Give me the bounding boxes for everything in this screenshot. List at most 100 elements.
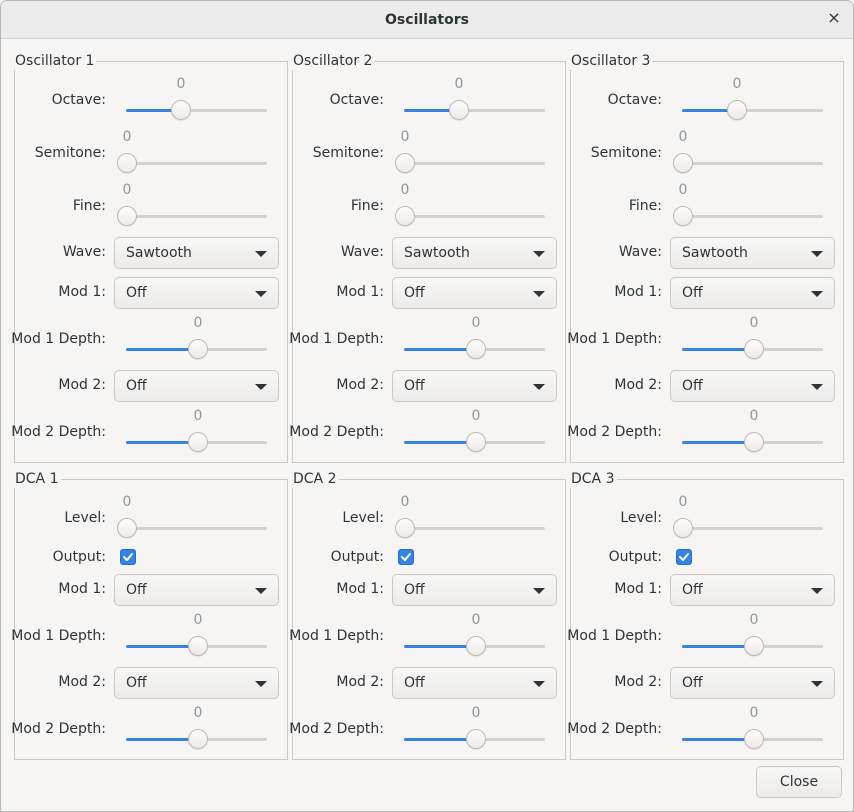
combo-value: Sawtooth	[126, 245, 192, 261]
slider-knob[interactable]	[449, 100, 469, 120]
slider-knob[interactable]	[744, 729, 764, 749]
chevron-down-icon	[255, 251, 267, 257]
titlebar: Oscillators ×	[1, 1, 853, 39]
mod2-select[interactable]: Off	[670, 667, 835, 699]
slider-knob[interactable]	[395, 153, 415, 173]
slider-knob[interactable]	[466, 729, 486, 749]
slider-fill	[404, 645, 475, 648]
slider-trough	[126, 527, 267, 530]
mod1-depth-slider[interactable]: 0	[682, 612, 823, 660]
mod1-depth-slider[interactable]: 0	[404, 612, 545, 660]
octave-slider[interactable]: 0	[682, 76, 823, 124]
output-checkbox[interactable]	[398, 549, 414, 565]
mod1-select[interactable]: Off	[114, 277, 279, 309]
slider-knob[interactable]	[117, 518, 137, 538]
slider-fill	[682, 645, 753, 648]
mod1-depth-slider[interactable]: 0	[126, 315, 267, 363]
mod2-select[interactable]: Off	[114, 370, 279, 402]
slider-knob[interactable]	[744, 339, 764, 359]
mod2-depth-label: Mod 2 Depth:	[567, 721, 662, 737]
mod2-select[interactable]: Off	[670, 370, 835, 402]
combo-value: Sawtooth	[404, 245, 470, 261]
slider-knob[interactable]	[673, 153, 693, 173]
mod1-select[interactable]: Off	[392, 574, 557, 606]
mod1-depth-slider[interactable]: 0	[682, 315, 823, 363]
slider-knob[interactable]	[188, 729, 208, 749]
slider-knob[interactable]	[395, 518, 415, 538]
mod1-label: Mod 1:	[336, 581, 384, 597]
checkmark-icon	[401, 553, 411, 561]
mod2-depth-slider[interactable]: 0	[682, 705, 823, 753]
wave-select[interactable]: Sawtooth	[114, 237, 279, 269]
slider-value: 0	[471, 612, 481, 628]
slider-fill	[126, 441, 197, 444]
slider-trough	[126, 162, 267, 165]
mod2-depth-slider[interactable]: 0	[404, 408, 545, 456]
mod2-select[interactable]: Off	[114, 667, 279, 699]
slider-knob[interactable]	[727, 100, 747, 120]
slider-knob[interactable]	[466, 636, 486, 656]
fine-slider[interactable]: 0	[117, 182, 267, 230]
slider-knob[interactable]	[171, 100, 191, 120]
wave-select[interactable]: Sawtooth	[392, 237, 557, 269]
output-checkbox[interactable]	[676, 549, 692, 565]
slider-knob[interactable]	[466, 339, 486, 359]
oscillators-dialog: Oscillators × Oscillator 1 Octave: 0 Semito…	[0, 0, 854, 812]
octave-slider[interactable]: 0	[126, 76, 267, 124]
semitone-slider[interactable]: 0	[673, 129, 823, 177]
slider-knob[interactable]	[744, 636, 764, 656]
output-checkbox[interactable]	[120, 549, 136, 565]
semitone-slider[interactable]: 0	[395, 129, 545, 177]
slider-knob[interactable]	[744, 432, 764, 452]
slider-knob[interactable]	[395, 206, 415, 226]
chevron-down-icon	[811, 588, 823, 594]
slider-value: 0	[193, 315, 203, 331]
slider-knob[interactable]	[188, 339, 208, 359]
level-slider[interactable]: 0	[673, 494, 823, 542]
semitone-slider[interactable]: 0	[117, 129, 267, 177]
combo-value: Off	[126, 675, 147, 691]
close-icon[interactable]: ×	[825, 9, 843, 27]
chevron-down-icon	[255, 588, 267, 594]
fine-slider[interactable]: 0	[673, 182, 823, 230]
wave-select[interactable]: Sawtooth	[670, 237, 835, 269]
level-slider[interactable]: 0	[117, 494, 267, 542]
mod2-depth-slider[interactable]: 0	[126, 408, 267, 456]
fine-slider[interactable]: 0	[395, 182, 545, 230]
mod2-label: Mod 2:	[336, 377, 384, 393]
slider-value: 0	[400, 182, 410, 198]
slider-knob[interactable]	[117, 206, 137, 226]
slider-knob[interactable]	[466, 432, 486, 452]
slider-value: 0	[471, 705, 481, 721]
mod2-select[interactable]: Off	[392, 667, 557, 699]
mod1-depth-label: Mod 1 Depth:	[11, 628, 106, 644]
mod2-depth-slider[interactable]: 0	[404, 705, 545, 753]
chevron-down-icon	[811, 681, 823, 687]
level-slider[interactable]: 0	[395, 494, 545, 542]
mod1-select[interactable]: Off	[670, 277, 835, 309]
mod1-depth-slider[interactable]: 0	[404, 315, 545, 363]
slider-fill	[126, 738, 197, 741]
mod1-depth-slider[interactable]: 0	[126, 612, 267, 660]
slider-trough	[404, 527, 545, 530]
mod1-label: Mod 1:	[58, 284, 106, 300]
slider-knob[interactable]	[673, 206, 693, 226]
mod1-label: Mod 1:	[336, 284, 384, 300]
mod2-label: Mod 2:	[58, 377, 106, 393]
mod1-select[interactable]: Off	[670, 574, 835, 606]
chevron-down-icon	[533, 291, 545, 297]
mod2-depth-slider[interactable]: 0	[682, 408, 823, 456]
slider-knob[interactable]	[188, 636, 208, 656]
chevron-down-icon	[533, 384, 545, 390]
mod1-select[interactable]: Off	[392, 277, 557, 309]
mod2-depth-slider[interactable]: 0	[126, 705, 267, 753]
slider-knob[interactable]	[117, 153, 137, 173]
mod1-select[interactable]: Off	[114, 574, 279, 606]
slider-knob[interactable]	[673, 518, 693, 538]
slider-knob[interactable]	[188, 432, 208, 452]
mod2-label: Mod 2:	[58, 674, 106, 690]
mod2-select[interactable]: Off	[392, 370, 557, 402]
close-button[interactable]: Close	[756, 766, 842, 798]
slider-value: 0	[454, 76, 464, 92]
octave-slider[interactable]: 0	[404, 76, 545, 124]
